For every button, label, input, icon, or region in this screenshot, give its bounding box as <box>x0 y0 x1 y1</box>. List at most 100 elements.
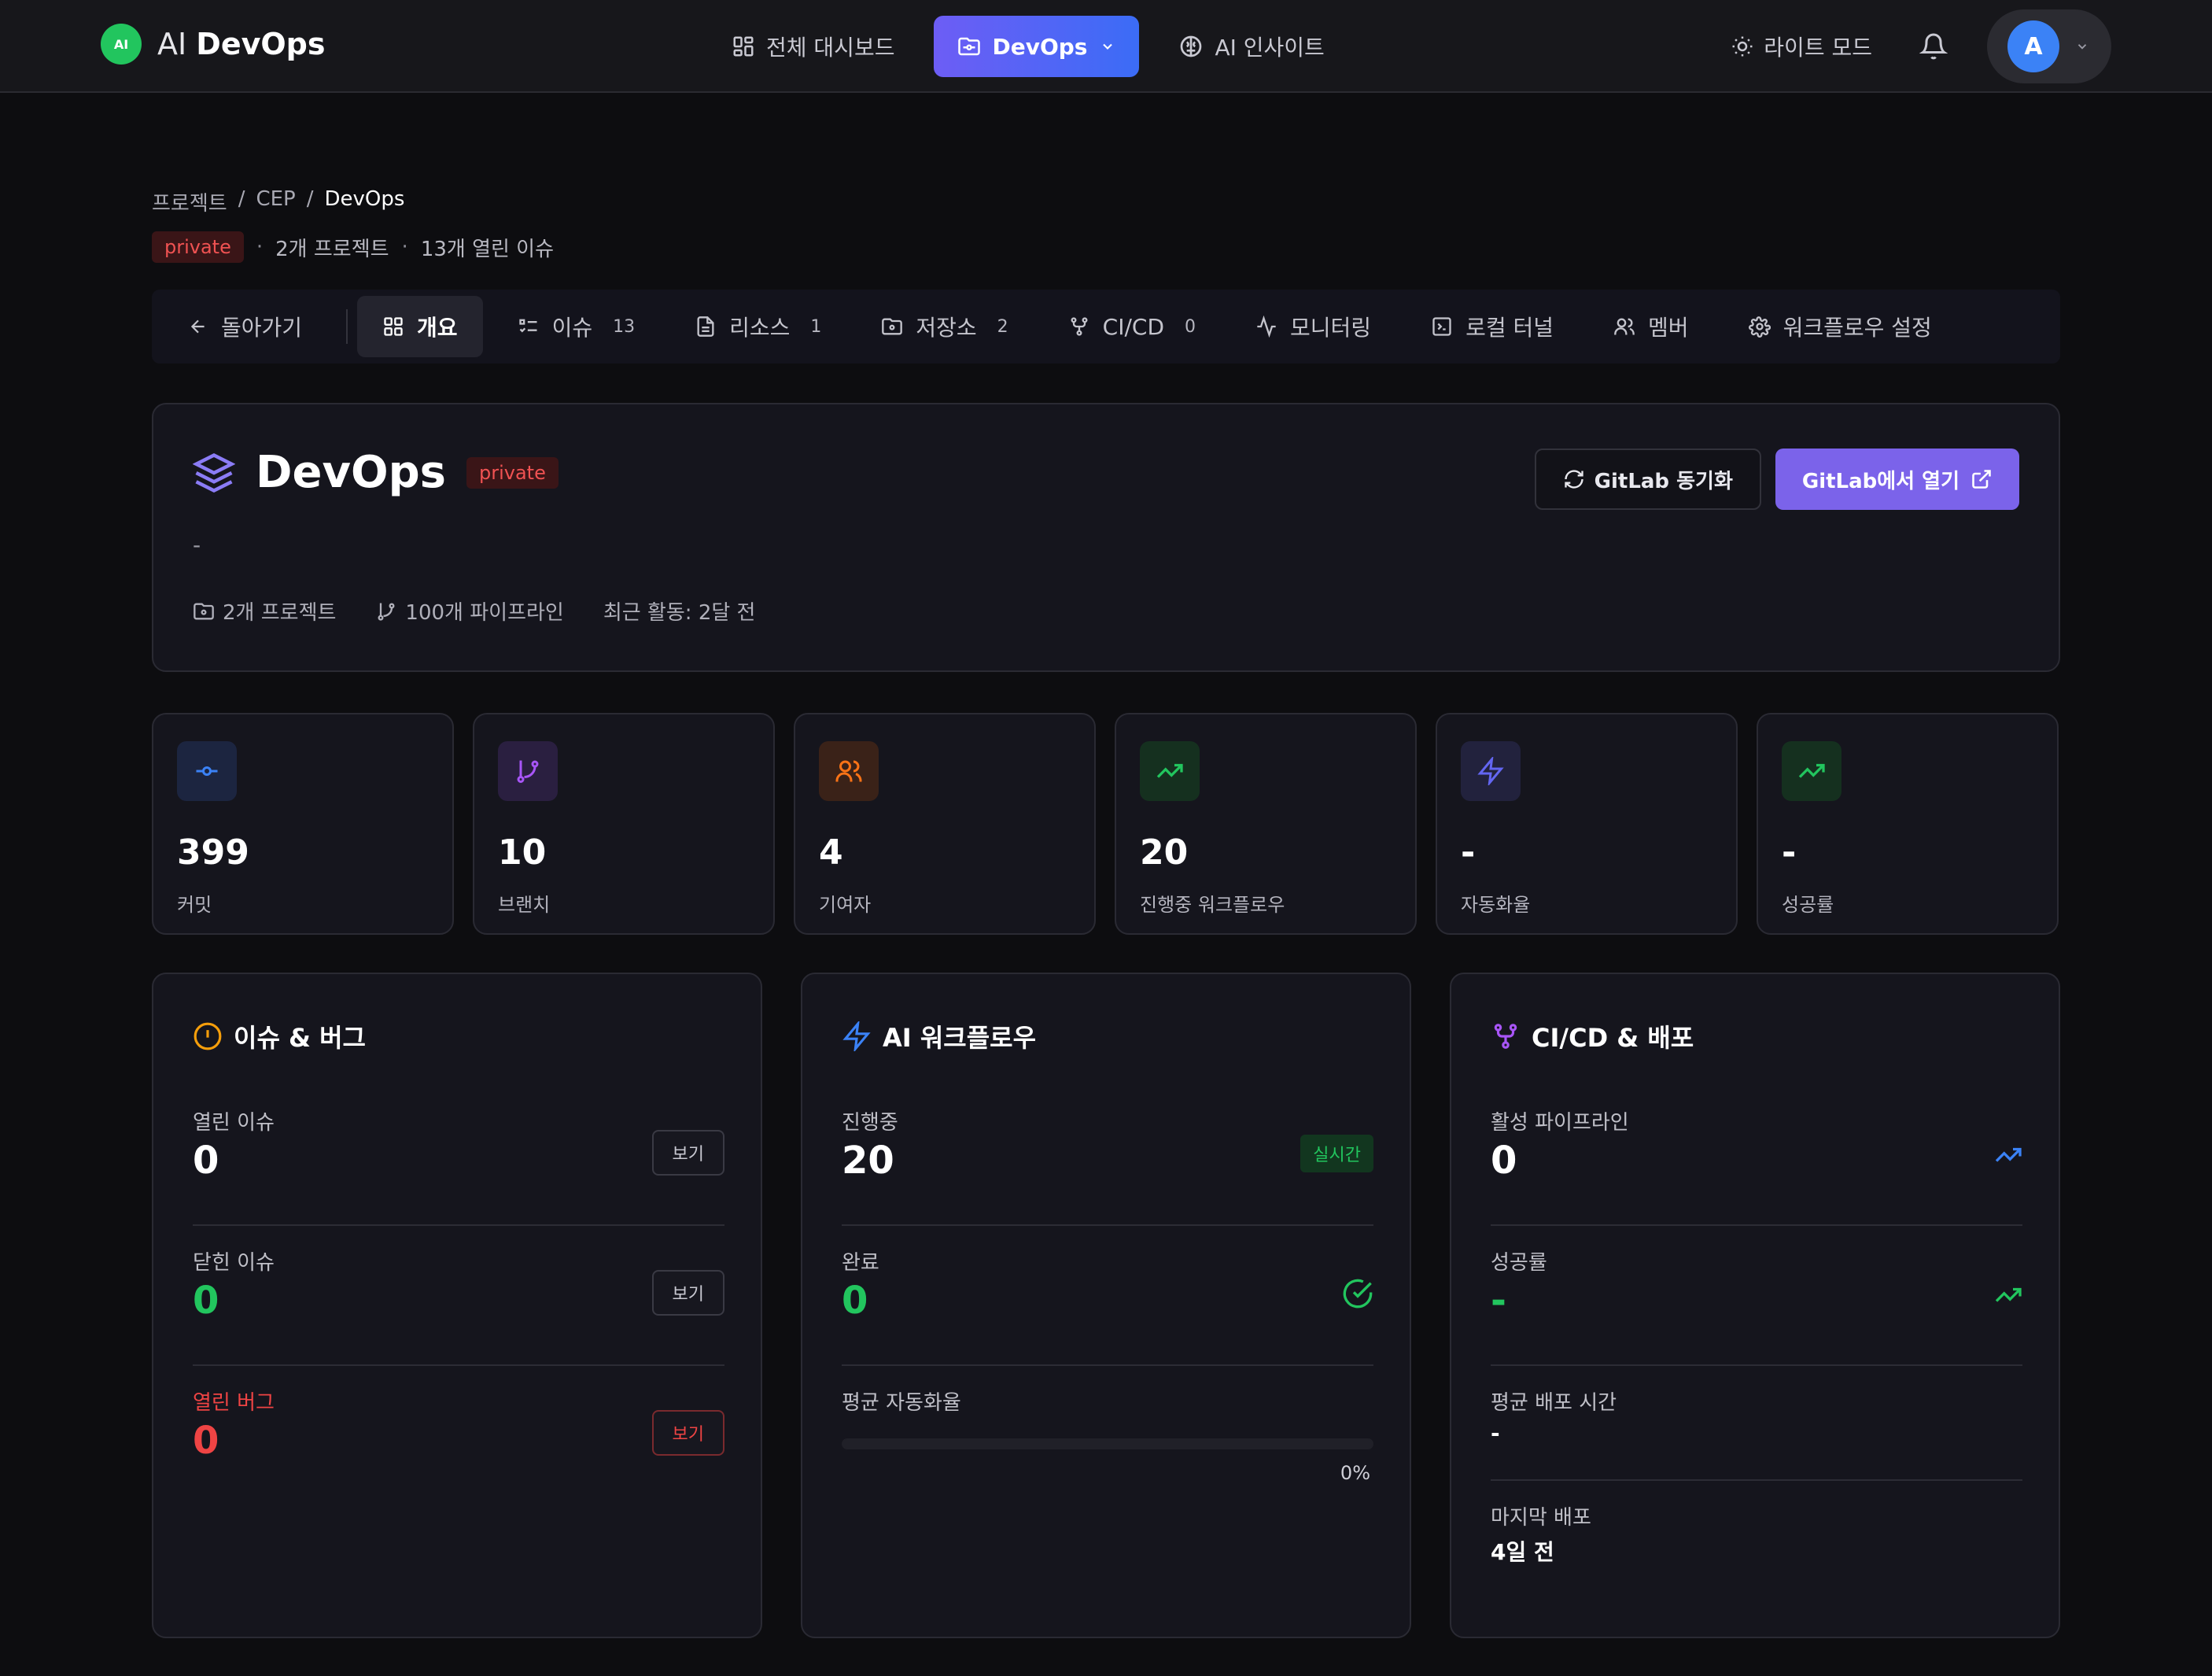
stat-card-commits: 399 커밋 <box>152 713 454 935</box>
brand-logo: AI <box>101 24 142 65</box>
stat-value: 10 <box>498 832 547 873</box>
automation-percent: 0% <box>1340 1462 1370 1484</box>
row-label: 마지막 배포 <box>1491 1506 1591 1530</box>
zap-icon <box>842 1021 871 1051</box>
nav-dashboard[interactable]: 전체 대시보드 <box>708 16 918 77</box>
cicd-panel: CI/CD & 배포 활성 파이프라인 0 성공률 - 평균 배포 시간 - 마… <box>1450 973 2060 1638</box>
panel-title-text: AI 워크플로우 <box>883 1023 1037 1053</box>
nav-devops-label: DevOps <box>992 33 1088 60</box>
external-link-icon <box>1972 470 1991 489</box>
tab-members[interactable]: 멤버 <box>1588 296 1714 357</box>
stat-icon-box <box>819 741 879 801</box>
folder-git-icon <box>882 318 903 335</box>
tab-overview[interactable]: 개요 <box>357 296 483 357</box>
back-label: 돌아가기 <box>221 315 303 341</box>
open-in-gitlab-button[interactable]: GitLab에서 열기 <box>1775 449 2019 510</box>
stat-label: 성공률 <box>1782 894 1834 916</box>
tab-local-tunnel[interactable]: 로컬 터널 <box>1406 296 1579 357</box>
tab-issues[interactable]: 이슈 13 <box>492 296 661 357</box>
breadcrumb-item[interactable]: 프로젝트 <box>152 187 227 216</box>
visibility-badge: private <box>466 456 559 489</box>
chevron-down-icon <box>2077 44 2087 50</box>
tab-label: 워크플로우 설정 <box>1783 315 1932 341</box>
row-value: 4일 전 <box>1491 1539 1554 1565</box>
stat-card-success-rate: - 성공률 <box>1757 713 2059 935</box>
project-stats-line: 2개 프로젝트 100개 파이프라인 최근 활동: 2달 전 <box>193 596 794 626</box>
stat-label: 자동화율 <box>1461 894 1531 916</box>
tab-monitoring[interactable]: 모니터링 <box>1230 296 1396 357</box>
tab-workflow-settings[interactable]: 워크플로우 설정 <box>1724 296 1957 357</box>
git-branch-icon <box>378 603 395 621</box>
panel-title-text: CI/CD & 배포 <box>1532 1023 1694 1053</box>
notifications-button[interactable] <box>1919 32 1948 61</box>
row-label: 닫힌 이슈 <box>193 1251 275 1275</box>
last-activity: 최근 활동: 2달 전 <box>603 596 756 626</box>
stat-value: 399 <box>177 832 249 873</box>
project-description: - <box>193 532 201 558</box>
open-in-gitlab-label: GitLab에서 열기 <box>1801 469 1959 493</box>
row-value: - <box>1491 1420 1500 1446</box>
file-icon <box>697 316 714 337</box>
view-open-bugs-button[interactable]: 보기 <box>651 1410 724 1456</box>
automation-progress-bar <box>842 1438 1373 1449</box>
top-navbar: AI AI DevOps 전체 대시보드 DevOps AI 인사이트 라이트 … <box>0 0 2212 93</box>
last-deploy-row: 마지막 배포 4일 전 <box>1491 1501 2022 1567</box>
nav-dashboard-label: 전체 대시보드 <box>766 35 895 61</box>
open-bugs-row: 열린 버그 0 보기 <box>193 1386 724 1463</box>
separator-dot: · <box>256 235 264 259</box>
gitlab-sync-button[interactable]: GitLab 동기화 <box>1534 449 1761 510</box>
divider <box>1491 1364 2022 1366</box>
sun-icon <box>1732 36 1753 57</box>
brand[interactable]: AI AI DevOps <box>101 24 326 65</box>
avatar: A <box>2007 20 2059 72</box>
row-label: 평균 자동화율 <box>842 1391 961 1415</box>
project-count-label: 2개 프로젝트 <box>223 601 337 625</box>
project-actions: GitLab 동기화 GitLab에서 열기 <box>1534 449 2019 510</box>
divider <box>842 1364 1373 1366</box>
project-meta-line: private · 2개 프로젝트 · 13개 열린 이슈 <box>152 231 554 263</box>
stat-label: 브랜치 <box>498 894 551 916</box>
row-label: 진행중 <box>842 1111 898 1135</box>
closed-issues-row: 닫힌 이슈 0 보기 <box>193 1246 724 1323</box>
alert-circle-icon <box>194 1022 222 1050</box>
nav-ai-insight[interactable]: AI 인사이트 <box>1155 16 1347 77</box>
stat-card-branches: 10 브랜치 <box>473 713 775 935</box>
issues-panel: 이슈 & 버그 열린 이슈 0 보기 닫힌 이슈 0 보기 열린 버그 0 보기 <box>152 973 762 1638</box>
user-menu[interactable]: A <box>1987 9 2111 83</box>
row-value: 0 <box>193 1139 219 1183</box>
stat-label: 기여자 <box>819 894 872 916</box>
avg-deploy-time-row: 평균 배포 시간 - <box>1491 1386 2022 1446</box>
divider <box>193 1364 724 1366</box>
breadcrumb-current: DevOps <box>324 187 405 211</box>
trending-up-icon <box>1798 763 1825 778</box>
theme-toggle[interactable]: 라이트 모드 <box>1731 31 1872 62</box>
view-closed-issues-button[interactable]: 보기 <box>651 1270 724 1316</box>
stat-value: - <box>1782 832 1797 873</box>
activity-icon <box>1257 316 1276 338</box>
success-rate-row: 성공률 - <box>1491 1246 2022 1323</box>
row-value: 0 <box>842 1279 868 1323</box>
trending-up-icon <box>1156 763 1183 778</box>
tab-label: CI/CD <box>1102 313 1165 340</box>
breadcrumb-item[interactable]: CEP <box>256 187 295 216</box>
stat-icon-box <box>1461 741 1521 801</box>
divider <box>193 1224 724 1226</box>
zap-icon <box>1477 757 1504 785</box>
main-nav: 전체 대시보드 DevOps AI 인사이트 <box>708 16 1364 77</box>
back-button[interactable]: 돌아가기 <box>185 296 327 357</box>
view-open-issues-button[interactable]: 보기 <box>651 1130 724 1176</box>
tab-resources[interactable]: 리소스 1 <box>669 296 846 357</box>
breadcrumb-separator: / <box>306 187 314 211</box>
project-heading: DevOps private <box>193 447 559 498</box>
tab-repositories[interactable]: 저장소 2 <box>856 296 1033 357</box>
list-check-icon <box>518 319 537 333</box>
row-label: 열린 이슈 <box>193 1111 275 1135</box>
meta-open-issues: 13개 열린 이슈 <box>420 237 555 261</box>
terminal-icon <box>1432 317 1451 336</box>
nav-devops[interactable]: DevOps <box>934 16 1140 77</box>
trending-up-icon <box>1995 1147 2022 1162</box>
ai-workflow-panel: AI 워크플로우 진행중 20 실시간 완료 0 평균 자동화율 0% <box>801 973 1411 1638</box>
brand-name-prefix: AI <box>157 27 187 61</box>
tab-cicd[interactable]: CI/CD 0 <box>1043 296 1221 357</box>
dashboard-icon <box>733 36 754 57</box>
